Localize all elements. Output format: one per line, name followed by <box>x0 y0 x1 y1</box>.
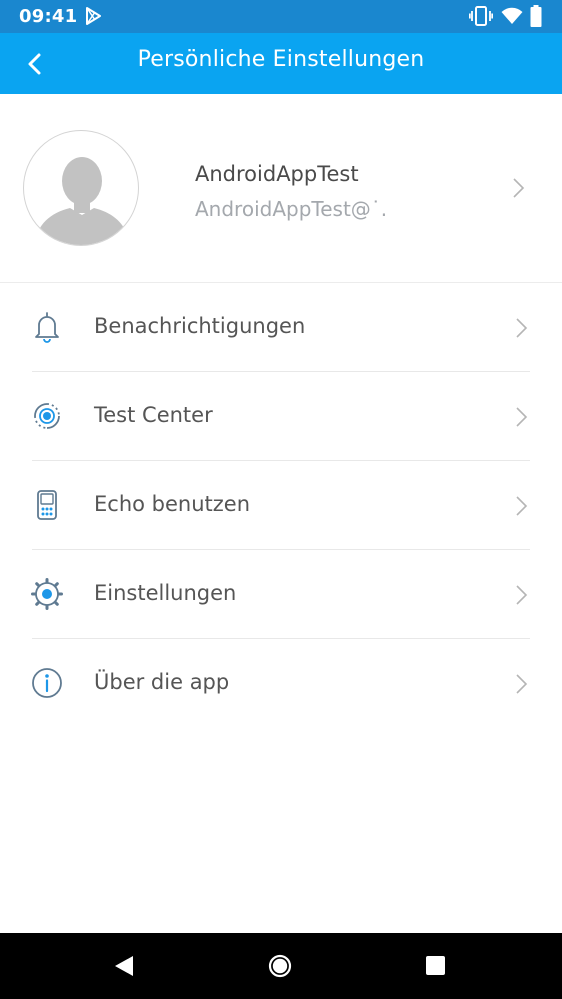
chevron-right-icon <box>516 318 528 338</box>
menu-item-label: Benachrichtigungen <box>94 314 306 338</box>
menu-item-test-center[interactable]: Test Center <box>0 372 562 461</box>
menu-item-label: Echo benutzen <box>94 492 251 516</box>
profile-email: AndroidAppTest@˙. <box>195 197 388 221</box>
menu-item-ueber-die-app[interactable]: Über die app <box>0 639 562 728</box>
play-store-icon <box>86 7 101 25</box>
vibrate-icon <box>469 6 493 26</box>
status-bar: 09:41 <box>0 0 562 33</box>
bell-icon <box>35 312 59 343</box>
chevron-right-icon <box>516 407 528 427</box>
profile-name: AndroidAppTest <box>195 162 359 186</box>
system-nav-bar <box>0 933 562 999</box>
home-circle-icon[interactable] <box>268 954 292 978</box>
recents-square-icon[interactable] <box>426 956 445 975</box>
profile-row[interactable]: AndroidAppTest AndroidAppTest@˙. <box>0 94 562 283</box>
info-icon <box>32 668 62 698</box>
app-bar: Persönliche Einstellungen <box>0 33 562 94</box>
avatar <box>23 130 139 246</box>
page-title: Persönliche Einstellungen <box>137 47 425 72</box>
gear-icon <box>31 578 63 610</box>
menu-item-label: Einstellungen <box>94 581 237 605</box>
device-keypad-icon <box>37 490 57 520</box>
status-time: 09:41 <box>19 6 78 27</box>
menu-item-einstellungen[interactable]: Einstellungen <box>0 550 562 639</box>
person-silhouette-icon <box>34 157 130 245</box>
battery-icon <box>530 5 542 27</box>
menu-item-benachrichtigungen[interactable]: Benachrichtigungen <box>0 283 562 372</box>
menu-item-label: Test Center <box>94 403 213 427</box>
settings-menu: Benachrichtigungen Test Center Echo benu… <box>0 283 562 728</box>
wifi-icon <box>501 7 523 24</box>
menu-item-echo-benutzen[interactable]: Echo benutzen <box>0 461 562 550</box>
chevron-right-icon <box>513 178 525 198</box>
chevron-right-icon <box>516 585 528 605</box>
chevron-right-icon <box>516 496 528 516</box>
target-icon <box>34 403 60 429</box>
menu-item-label: Über die app <box>94 670 230 694</box>
back-triangle-icon[interactable] <box>113 954 135 978</box>
chevron-right-icon <box>516 674 528 694</box>
